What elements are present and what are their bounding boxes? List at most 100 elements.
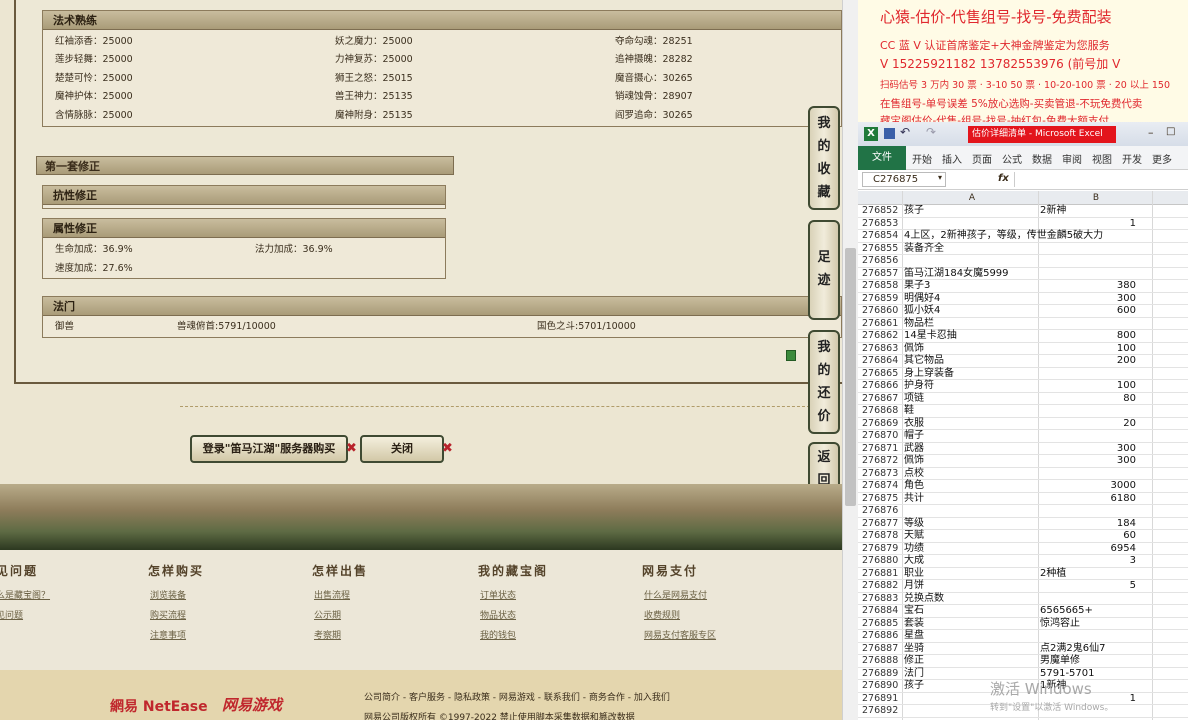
sheet-row[interactable]: 276882 月饼 5 <box>858 580 1188 593</box>
sheet-row[interactable]: 276862 14星卡忍抽 800 <box>858 330 1188 343</box>
footer-link[interactable]: 物品状态 <box>480 608 516 621</box>
cell-b-number[interactable]: 5 <box>1130 580 1136 592</box>
excel-export-icon[interactable] <box>786 350 796 361</box>
cell-b-number[interactable]: 60 <box>1123 530 1136 542</box>
cell-b-number[interactable]: 1 <box>1130 693 1136 705</box>
sheet-grid[interactable]: 276852 孩子 2新神 276853 1 276854 4上区，2新神孩子，等级，传世金… <box>858 205 1188 718</box>
minimize-icon[interactable]: – <box>1148 126 1154 139</box>
cell-a[interactable]: 狐小妖4 <box>904 305 940 317</box>
sheet-row[interactable]: 276881 职业 2种植 <box>858 568 1188 580</box>
sheet-row[interactable]: 276863 佩饰 100 <box>858 343 1188 355</box>
cell-a[interactable]: 装备齐全 <box>904 243 944 255</box>
sheet-row[interactable]: 276859 明偶好4 300 <box>858 293 1188 305</box>
sheet-row[interactable]: 276879 功绩 6954 <box>858 543 1188 555</box>
column-b-header[interactable]: B <box>1040 191 1152 205</box>
my-favorites-button[interactable]: 我 的 收 藏 <box>808 106 840 210</box>
sheet-row[interactable]: 276854 4上区，2新神孩子，等级，传世金麟5破大力 <box>858 230 1188 243</box>
cell-a[interactable]: 等级 <box>904 518 924 530</box>
cell-a[interactable]: 护身符 <box>904 380 934 392</box>
cell-b-number[interactable]: 380 <box>1117 280 1136 292</box>
tab-view[interactable]: 视图 <box>1092 151 1112 166</box>
cell-b-number[interactable]: 3000 <box>1111 480 1136 492</box>
page-scrollbar[interactable] <box>842 0 858 720</box>
sheet-row[interactable]: 276857 笛马江湖184女魔5999 <box>858 268 1188 280</box>
cell-b-number[interactable]: 100 <box>1117 380 1136 392</box>
cell-a[interactable]: 功绩 <box>904 543 924 555</box>
sheet-row[interactable]: 276885 套装 惊鸿容止 <box>858 618 1188 630</box>
cell-a[interactable]: 身上穿装备 <box>904 368 954 380</box>
name-box[interactable]: C276875 <box>862 172 946 187</box>
cell-a[interactable]: 孩子 <box>904 680 924 692</box>
footer-link[interactable]: 收费规则 <box>644 608 680 621</box>
sheet-row[interactable]: 276871 武器 300 <box>858 443 1188 455</box>
cell-b-number[interactable]: 300 <box>1117 293 1136 305</box>
sheet-row[interactable]: 276865 身上穿装备 <box>858 368 1188 380</box>
cell-b-number[interactable]: 800 <box>1117 330 1136 342</box>
tab-page[interactable]: 页面 <box>972 151 992 166</box>
sheet-row[interactable]: 276884 宝石 6565665+ <box>858 605 1188 618</box>
cell-b-number[interactable]: 6180 <box>1111 493 1136 505</box>
tab-formulas[interactable]: 公式 <box>1002 151 1022 166</box>
maximize-icon[interactable]: □ <box>1166 126 1175 137</box>
cell-b[interactable]: 男魔单修 <box>1040 655 1080 667</box>
save-icon[interactable] <box>884 128 895 139</box>
footer-link[interactable]: 什么是网易支付 <box>644 588 707 601</box>
footer-link[interactable]: 网易支付客服专区 <box>644 628 716 641</box>
sheet-row[interactable]: 276878 天赋 60 <box>858 530 1188 543</box>
sheet-row[interactable]: 276856 <box>858 255 1188 268</box>
sheet-row[interactable]: 276864 其它物品 200 <box>858 355 1188 368</box>
cell-b[interactable]: 6565665+ <box>1040 605 1093 617</box>
cell-a[interactable]: 法门 <box>904 668 924 680</box>
cell-a[interactable]: 笛马江湖184女魔5999 <box>904 268 1009 280</box>
cell-a[interactable]: 其它物品 <box>904 355 944 367</box>
cell-a[interactable]: 共计 <box>904 493 924 505</box>
cell-a[interactable]: 衣服 <box>904 418 924 430</box>
cell-a[interactable]: 佩饰 <box>904 455 924 467</box>
cell-b[interactable]: 2种植 <box>1040 568 1066 580</box>
tab-insert[interactable]: 插入 <box>942 151 962 166</box>
cell-b[interactable]: 惊鸿容止 <box>1040 618 1080 630</box>
cell-a[interactable]: 坐骑 <box>904 643 924 655</box>
footer-link[interactable]: 么是藏宝阁？ <box>0 588 50 601</box>
sheet-row[interactable]: 276883 兑换点数 <box>858 593 1188 605</box>
cell-a[interactable]: 明偶好4 <box>904 293 940 305</box>
cell-a[interactable]: 职业 <box>904 568 924 580</box>
sheet-row[interactable]: 276855 装备齐全 <box>858 243 1188 255</box>
cell-b[interactable]: 2新神 <box>1040 205 1066 217</box>
sheet-row[interactable]: 276876 <box>858 505 1188 518</box>
cell-a[interactable]: 月饼 <box>904 580 924 592</box>
cell-a[interactable]: 孩子 <box>904 205 924 217</box>
tab-home[interactable]: 开始 <box>912 151 932 166</box>
footer-link[interactable]: 见问题 <box>0 608 23 621</box>
cell-a[interactable]: 鞋 <box>904 405 914 417</box>
tab-review[interactable]: 审阅 <box>1062 151 1082 166</box>
sheet-row[interactable]: 276870 帽子 <box>858 430 1188 443</box>
footer-link[interactable]: 我的钱包 <box>480 628 516 641</box>
sheet-row[interactable]: 276852 孩子 2新神 <box>858 205 1188 218</box>
sheet-row[interactable]: 276861 物品栏 <box>858 318 1188 330</box>
name-box-dropdown-icon[interactable]: ▾ <box>938 173 942 182</box>
formula-input[interactable] <box>1014 172 1184 187</box>
cell-a[interactable]: 帽子 <box>904 430 924 442</box>
undo-icon[interactable]: ↶ <box>900 125 910 139</box>
cell-a[interactable]: 项链 <box>904 393 924 405</box>
cell-b-number[interactable]: 300 <box>1117 443 1136 455</box>
cell-a[interactable]: 佩饰 <box>904 343 924 355</box>
footer-link[interactable]: 订单状态 <box>480 588 516 601</box>
cell-a[interactable]: 果子3 <box>904 280 930 292</box>
scrollbar-thumb[interactable] <box>845 248 856 506</box>
sheet-row[interactable]: 276853 1 <box>858 218 1188 230</box>
cell-b-number[interactable]: 600 <box>1117 305 1136 317</box>
login-server-buy-button[interactable]: 登录"笛马江湖"服务器购买 <box>190 435 348 463</box>
cell-b-number[interactable]: 184 <box>1117 518 1136 530</box>
cell-a[interactable]: 4上区，2新神孩子，等级，传世金麟5破大力 <box>904 230 1103 242</box>
footer-link[interactable]: 浏览装备 <box>150 588 186 601</box>
footer-link[interactable]: 公示期 <box>314 608 341 621</box>
fx-icon[interactable]: fx <box>998 173 1009 184</box>
footer-link[interactable]: 购买流程 <box>150 608 186 621</box>
footer-links[interactable]: 公司简介 - 客户服务 - 隐私政策 - 网易游戏 - 联系我们 - 商务合作 … <box>364 690 670 703</box>
cell-b-number[interactable]: 100 <box>1117 343 1136 355</box>
cell-a[interactable]: 天赋 <box>904 530 924 542</box>
sheet-row[interactable]: 276888 修正 男魔单修 <box>858 655 1188 668</box>
redo-icon[interactable]: ↷ <box>926 125 936 139</box>
